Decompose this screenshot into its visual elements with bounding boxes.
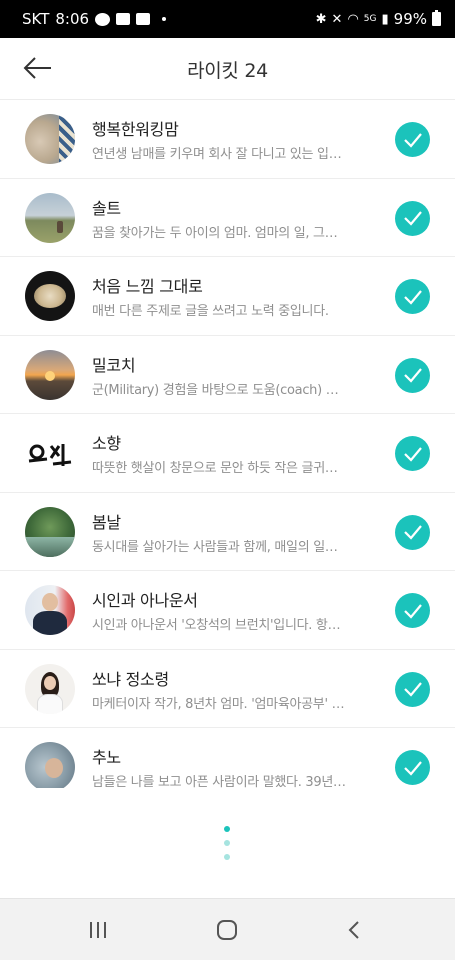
list-item[interactable]: 소향 따뜻한 햇살이 창문으로 문안 하듯 작은 글귀…: [0, 414, 455, 493]
user-name[interactable]: 추노: [92, 744, 121, 768]
liked-check-button[interactable]: [395, 671, 430, 707]
liked-check-button[interactable]: [395, 514, 430, 550]
checkmark-icon: [403, 289, 422, 305]
list-item[interactable]: 솔트 꿈을 찾아가는 두 아이의 엄마. 엄마의 일, 그…: [0, 179, 455, 257]
user-name[interactable]: 시인과 아나운서: [92, 587, 198, 611]
header: 라이킷 24: [0, 38, 455, 100]
liker-list: 행복한워킹맘 연년생 남매를 키우며 회사 잘 다니고 있는 입… 솔트 꿈을 …: [0, 100, 455, 788]
liked-check-button[interactable]: [395, 750, 430, 785]
avatar[interactable]: [25, 349, 75, 400]
user-description: 동시대를 살아가는 사람들과 함께, 매일의 일…: [92, 539, 338, 555]
avatar-photo: [42, 593, 58, 611]
signal-icon: ▮: [381, 11, 389, 27]
checkmark-icon: [403, 760, 422, 776]
checkmark-icon: [403, 446, 422, 462]
user-description: 따뜻한 햇살이 창문으로 문안 하듯 작은 글귀…: [92, 461, 338, 476]
avatar-photo: [34, 284, 66, 308]
battery-label: 99%: [393, 10, 427, 28]
chat-icon: [95, 12, 111, 26]
page-title: 라이킷 24: [187, 60, 268, 82]
youtube-icon: [136, 13, 151, 25]
avatar[interactable]: [25, 742, 75, 788]
list-item[interactable]: 시인과 아나운서 시인과 아나운서 '오창석의 브런치'입니다. 항…: [0, 571, 455, 650]
navigation-bar: [0, 898, 455, 960]
list-item[interactable]: 행복한워킹맘 연년생 남매를 키우며 회사 잘 다니고 있는 입…: [0, 100, 455, 179]
user-name[interactable]: 처음 느낌 그대로: [92, 273, 203, 297]
bluetooth-icon: ✱: [315, 11, 327, 27]
user-description: 마케터이자 작가, 8년차 엄마. '엄마육아공부' …: [92, 696, 345, 712]
user-description: 군(Military) 경험을 바탕으로 도움(coach) …: [92, 382, 339, 398]
user-name[interactable]: 소향: [92, 430, 121, 454]
liked-check-button[interactable]: [395, 593, 430, 628]
recent-apps-button[interactable]: [78, 913, 118, 947]
list-item[interactable]: 밀코치 군(Military) 경험을 바탕으로 도움(coach) …: [0, 336, 455, 414]
checkmark-icon: [403, 211, 422, 226]
user-description: 남들은 나를 보고 아픈 사람이라 말했다. 39년…: [92, 775, 346, 788]
user-name[interactable]: 밀코치: [92, 352, 136, 376]
user-name[interactable]: 쏘냐 정소령: [92, 666, 169, 690]
liked-check-button[interactable]: [395, 200, 430, 236]
home-button[interactable]: [207, 913, 247, 947]
user-name[interactable]: 봄날: [92, 509, 121, 533]
liked-check-button[interactable]: [395, 279, 430, 314]
calligraphy-logo-icon: [28, 444, 72, 466]
liked-check-button[interactable]: [395, 436, 430, 471]
checkmark-icon: [403, 368, 422, 383]
checkmark-icon: [403, 603, 422, 619]
clock: 8:06: [55, 10, 90, 28]
back-nav-button[interactable]: [334, 913, 374, 947]
avatar-photo: [57, 220, 63, 233]
wifi-icon: ◠: [347, 11, 359, 27]
home-icon: [217, 920, 237, 940]
back-icon: [348, 921, 359, 939]
list-item[interactable]: 쏘냐 정소령 마케터이자 작가, 8년차 엄마. '엄마육아공부' …: [0, 650, 455, 728]
list-item[interactable]: 처음 느낌 그대로 매번 다른 주제로 글을 쓰려고 노력 중입니다.: [0, 257, 455, 336]
user-description: 매번 다른 주제로 글을 쓰려고 노력 중입니다.: [92, 304, 329, 319]
carrier-label: SKT: [22, 10, 50, 28]
liked-check-button[interactable]: [395, 122, 430, 157]
list-item[interactable]: 봄날 동시대를 살아가는 사람들과 함께, 매일의 일…: [0, 493, 455, 571]
list-item[interactable]: 추노 남들은 나를 보고 아픈 사람이라 말했다. 39년…: [0, 728, 455, 788]
liked-check-button[interactable]: [395, 357, 430, 393]
avatar[interactable]: [25, 663, 75, 714]
avatar[interactable]: [25, 506, 75, 557]
checkmark-icon: [403, 132, 422, 148]
user-description: 꿈을 찾아가는 두 아이의 엄마. 엄마의 일, 그…: [92, 225, 338, 241]
page-indicator: [222, 826, 232, 862]
avatar-photo: [45, 370, 55, 381]
pager-dot[interactable]: [224, 826, 230, 832]
avatar-photo: [59, 114, 75, 164]
image-icon: [116, 13, 131, 25]
pager-dot[interactable]: [224, 840, 230, 846]
avatar[interactable]: [25, 428, 75, 478]
user-name[interactable]: 솔트: [92, 195, 121, 219]
recent-apps-icon: [90, 922, 106, 938]
user-name[interactable]: 행복한워킹맘: [92, 116, 179, 140]
checkmark-icon: [403, 682, 422, 697]
checkmark-icon: [403, 525, 422, 540]
mute-icon: ✕: [331, 11, 343, 27]
avatar-photo: [45, 758, 63, 778]
avatar-photo: [25, 536, 75, 557]
user-description: 시인과 아나운서 '오창석의 브런치'입니다. 항…: [92, 618, 341, 633]
user-description: 연년생 남매를 키우며 회사 잘 다니고 있는 입…: [92, 147, 342, 162]
pager-dot[interactable]: [224, 854, 230, 860]
network-label: 5G: [363, 14, 377, 24]
status-bar: SKT 8:06 ✱ ✕ ◠ 5G ▮ 99%: [0, 0, 455, 38]
avatar[interactable]: [25, 192, 75, 243]
more-notifications-icon: [162, 17, 167, 21]
avatar[interactable]: [25, 271, 75, 321]
avatar[interactable]: [25, 114, 75, 164]
avatar[interactable]: [25, 585, 75, 635]
battery-icon: [432, 10, 441, 26]
